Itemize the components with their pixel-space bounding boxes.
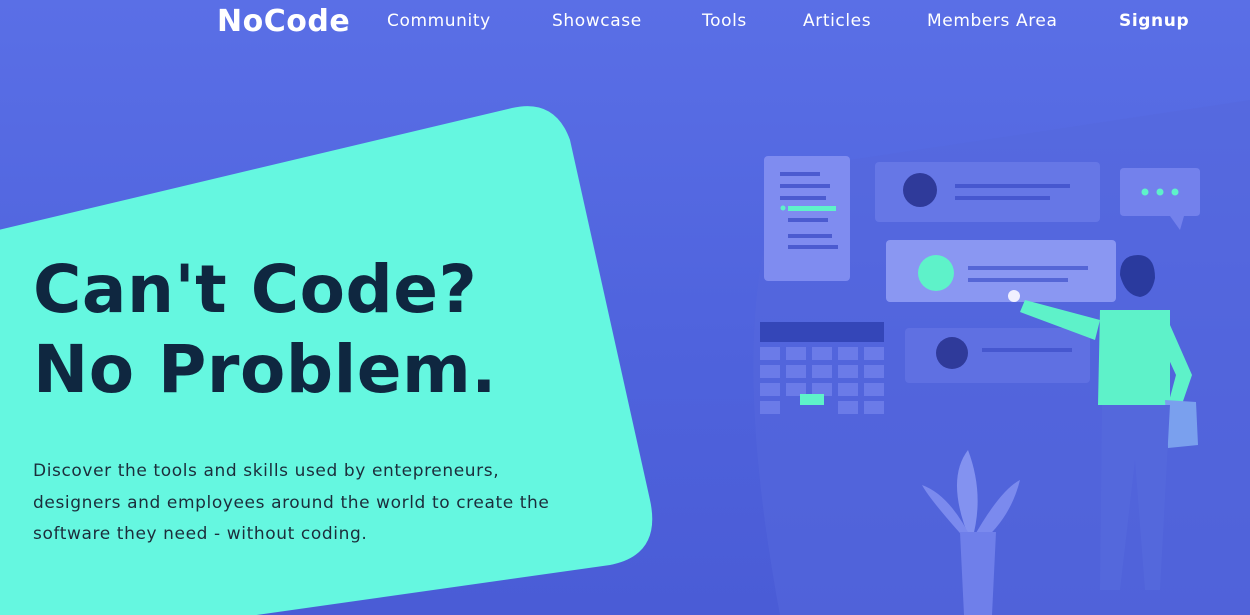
illustration-list-card xyxy=(764,156,850,281)
illustration-profile-card-bottom xyxy=(905,328,1090,383)
hero-description: Discover the tools and skills used by en… xyxy=(33,461,550,544)
brand-logo[interactable]: NoCode xyxy=(217,0,350,44)
hero-illustration xyxy=(753,100,1250,615)
hero-headline: Can't Code? No Problem. xyxy=(33,250,497,410)
nav-link-showcase[interactable]: Showcase xyxy=(552,11,642,31)
illustration-profile-card-top xyxy=(875,162,1100,222)
nav-link-tools[interactable]: Tools xyxy=(702,11,747,31)
top-navigation: NoCode Community Showcase Tools Articles… xyxy=(0,0,1250,44)
signup-link[interactable]: Signup xyxy=(1119,11,1189,31)
hero-headline-line-2: No Problem. xyxy=(33,331,497,408)
illustration-profile-card-active xyxy=(886,240,1116,302)
nav-link-members-area[interactable]: Members Area xyxy=(927,11,1058,31)
nav-link-articles[interactable]: Articles xyxy=(803,11,871,31)
hero-headline-line-1: Can't Code? xyxy=(33,251,478,328)
nav-link-community[interactable]: Community xyxy=(387,11,491,31)
